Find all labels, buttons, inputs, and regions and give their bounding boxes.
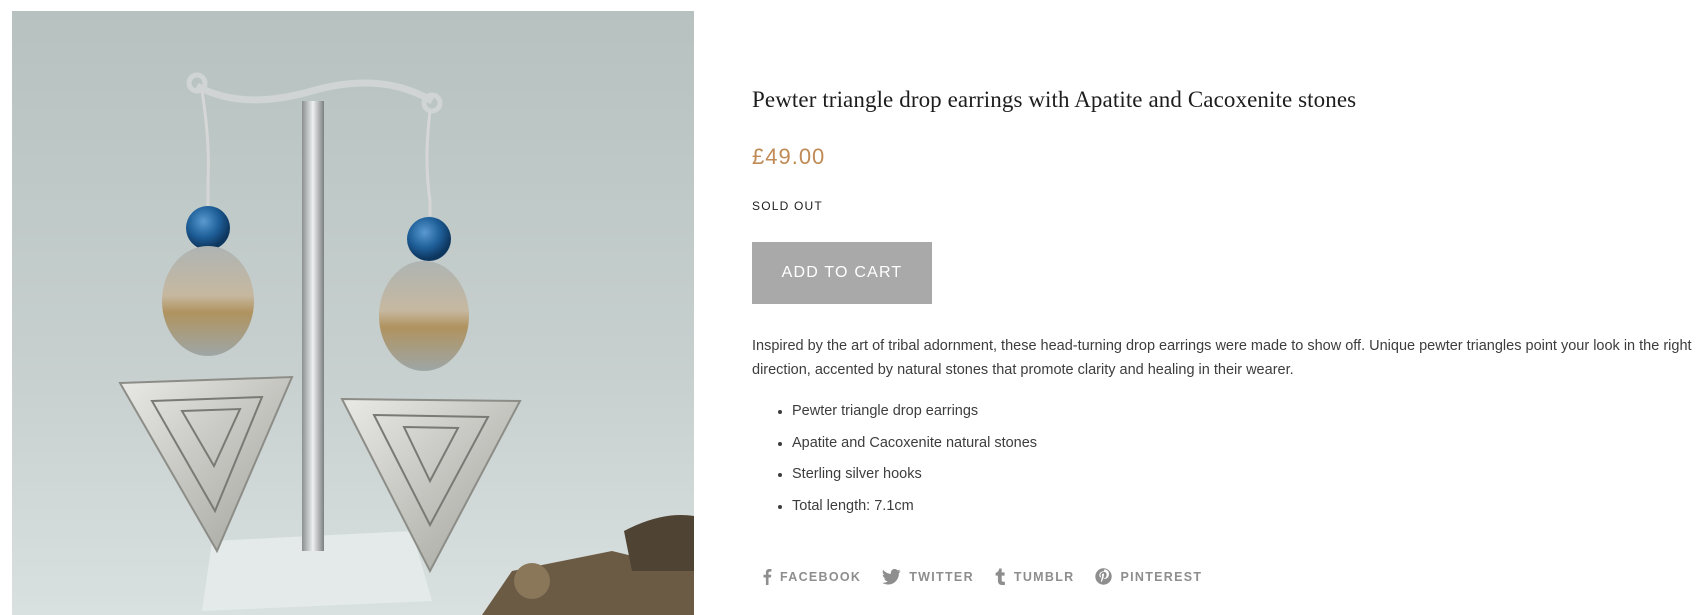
list-item: Apatite and Cacoxenite natural stones [752,428,1037,460]
stock-status: SOLD OUT [752,199,823,213]
twitter-icon [882,568,901,585]
share-tumblr-label: TUMBLR [1013,569,1075,584]
feature-list: Pewter triangle drop earrings Apatite an… [752,396,1037,522]
share-facebook-link[interactable]: FACEBOOK [762,568,861,585]
share-twitter-link[interactable]: TWITTER [882,568,974,585]
share-facebook-label: FACEBOOK [780,569,862,584]
share-pinterest-link[interactable]: PINTEREST [1095,568,1202,585]
product-title: Pewter triangle drop earrings with Apati… [752,87,1357,112]
list-item: Pewter triangle drop earrings [752,396,1037,428]
product-description: Inspired by the art of tribal adornment,… [752,338,1692,378]
product-price: £49.00 [752,144,826,169]
product-image[interactable] [12,11,694,615]
list-item: Total length: 7.1cm [752,491,1037,523]
share-links: FACEBOOK TWITTER TUMBLR PINTEREST [762,568,1202,585]
pinterest-icon [1095,568,1113,585]
tumblr-icon [995,568,1005,585]
share-tumblr-link[interactable]: TUMBLR [995,568,1075,585]
share-pinterest-label: PINTEREST [1120,569,1203,584]
list-item: Sterling silver hooks [752,459,1037,491]
share-twitter-label: TWITTER [909,569,974,584]
add-to-cart-button[interactable]: ADD TO CART [752,242,932,304]
facebook-icon [763,569,772,585]
